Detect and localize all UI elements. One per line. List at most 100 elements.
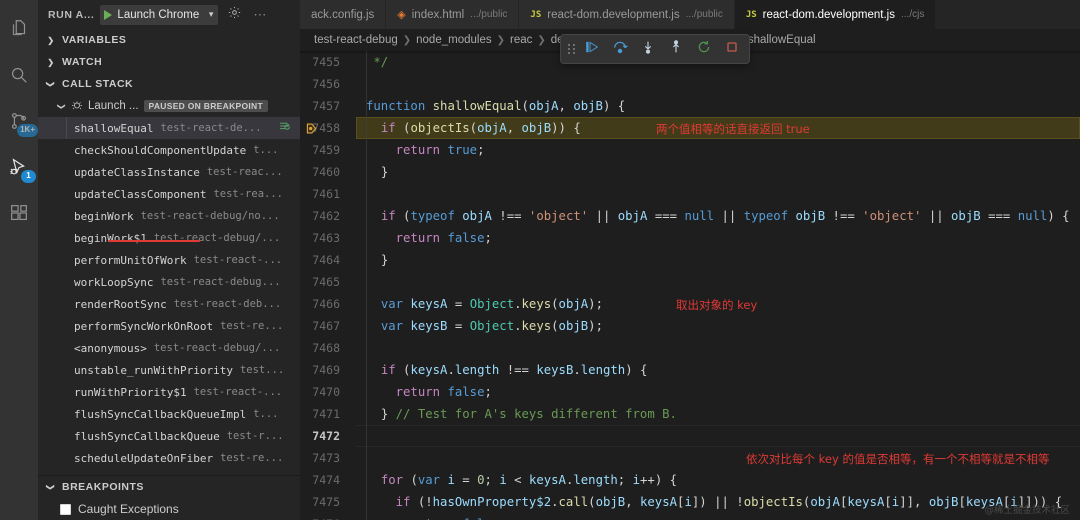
line-number[interactable]: 7476 [300,513,356,520]
step-over-button[interactable] [607,36,633,62]
section-variables[interactable]: VARIABLES [38,29,300,51]
line-number-gutter[interactable]: 7455 7456 7457 7458 7459 7460 7461 7462 7463 7464… [300,51,356,520]
code-line[interactable]: if (!hasOwnProperty$2.call(objB, keysA[i… [356,491,1080,513]
stack-frame-row[interactable]: checkShouldComponentUpdate t... [38,139,300,161]
line-number[interactable]: 7470 [300,381,356,403]
code-line[interactable]: function shallowEqual(objA, objB) { [356,95,1080,117]
stack-frame-row[interactable]: workLoopSync test-react-debug... [38,271,300,293]
line-number[interactable]: 7456 [300,73,356,95]
stack-frame-row[interactable]: shallowEqual test-react-de... [38,117,300,139]
stack-frame-row[interactable]: renderRootSync test-react-deb... [38,293,300,315]
stack-frame-row[interactable]: beginWork$1 test-react-debug/... [38,227,300,249]
code-line[interactable] [356,337,1080,359]
activity-item-search[interactable] [0,52,38,98]
stack-frame-row[interactable]: updateClassInstance test-reac... [38,161,300,183]
line-number[interactable]: 7460 [300,161,356,183]
code-line[interactable] [356,447,1080,469]
stop-button[interactable] [719,36,745,62]
editor-tab-bar[interactable]: ack.config.js ◈ index.html .../public JS reac… [300,0,1080,29]
line-number[interactable]: 7473 [300,447,356,469]
line-number[interactable]: 7475 [300,491,356,513]
code-line[interactable]: } // Test for A's keys different from B. [356,403,1080,425]
activity-item-run-and-debug[interactable]: 1 [0,144,38,190]
code-line[interactable] [356,271,1080,293]
line-number[interactable]: 7455 [300,51,356,73]
code-line[interactable]: return false; [356,227,1080,249]
stack-frame-row[interactable]: flushSyncCallbackQueueImpl t... [38,403,300,425]
breadcrumb-item[interactable]: test-react-debug [314,34,398,46]
drag-handle[interactable] [565,44,577,54]
line-number[interactable]: 7465 [300,271,356,293]
code-line[interactable]: if (keysA.length !== keysB.length) { [356,359,1080,381]
code-line[interactable]: if (typeof objA !== 'object' || objA ===… [356,205,1080,227]
editor-tab-path: .../public [470,9,508,20]
stack-frames[interactable]: shallowEqual test-react-de... checkShouldC… [38,117,300,469]
code-line[interactable] [356,425,1080,447]
code-line[interactable] [356,183,1080,205]
step-into-button[interactable] [635,36,661,62]
line-number[interactable]: 7466 [300,293,356,315]
stack-frame-path: test-react-... [193,386,283,398]
restart-frame-icon[interactable] [278,120,292,136]
play-icon[interactable] [104,9,113,20]
sidebar-more-actions-button[interactable]: ⋯ [250,5,270,25]
line-number[interactable]: 7468 [300,337,356,359]
code-line[interactable]: return false; [356,513,1080,520]
code-line[interactable]: return false; [356,381,1080,403]
line-number[interactable]: 7459 [300,139,356,161]
editor-tab[interactable]: ack.config.js [300,0,387,29]
line-number[interactable]: 7457 [300,95,356,117]
breadcrumb-item[interactable]: node_modules [416,34,491,46]
open-launch-settings-button[interactable] [224,5,244,25]
code-line[interactable]: return true; [356,139,1080,161]
line-number[interactable]: 7474 [300,469,356,491]
line-number[interactable]: 7462 [300,205,356,227]
section-breakpoints[interactable]: BREAKPOINTS [38,476,300,498]
section-call-stack[interactable]: CALL STACK [38,73,300,95]
code-line[interactable]: if (objectIs(objA, objB)) { [356,117,1080,139]
line-number[interactable]: 7461 [300,183,356,205]
debug-toolbar[interactable] [560,34,750,64]
breakpoint-checkbox[interactable] [60,503,71,515]
stack-frame-row[interactable]: runWithPriority$1 test-react-... [38,381,300,403]
section-watch[interactable]: WATCH [38,51,300,73]
debug-session-row[interactable]: Launch ... PAUSED ON BREAKPOINT [38,95,300,117]
breakpoint-item-caught-exceptions[interactable]: Caught Exceptions [38,498,300,520]
line-number[interactable]: 7471 [300,403,356,425]
activity-item-explorer[interactable] [0,6,38,52]
call-stack-list[interactable]: Launch ... PAUSED ON BREAKPOINT shallowE… [38,95,300,475]
code-line[interactable] [356,73,1080,95]
launch-configuration-select[interactable]: Launch Chrome ▾ [100,4,219,25]
stack-frame-row[interactable]: performUnitOfWork test-react-... [38,249,300,271]
stack-frame-row[interactable]: updateClassComponent test-rea... [38,183,300,205]
code-editor[interactable]: 7455 7456 7457 7458 7459 7460 7461 7462 7463 7464… [300,51,1080,520]
line-number[interactable]: 7464 [300,249,356,271]
stack-frame-row[interactable]: flushSyncCallbackQueue test-r... [38,425,300,447]
stack-frame-row[interactable]: <anonymous> test-react-debug/... [38,337,300,359]
editor-tab[interactable]: JS react-dom.development.js .../cjs [734,0,937,29]
stack-frame-row[interactable]: performSyncWorkOnRoot test-re... [38,315,300,337]
stack-frame-row[interactable]: scheduleUpdateOnFiber test-re... [38,447,300,469]
line-number[interactable]: 7472 [300,425,356,447]
restart-button[interactable] [691,36,717,62]
breakpoint-execution-arrow[interactable] [305,122,318,135]
step-out-button[interactable] [663,36,689,62]
code-line[interactable]: } [356,161,1080,183]
line-number[interactable]: 7469 [300,359,356,381]
line-number[interactable]: 7463 [300,227,356,249]
stack-frame-row[interactable]: beginWork test-react-debug/no... [38,205,300,227]
code-line[interactable]: for (var i = 0; i < keysA.length; i++) { [356,469,1080,491]
code-line[interactable]: var keysB = Object.keys(objB); [356,315,1080,337]
code-content[interactable]: */function shallowEqual(objA, objB) { if… [356,51,1080,520]
activity-item-source-control[interactable]: 1K+ [0,98,38,144]
line-number[interactable]: 7467 [300,315,356,337]
stack-frame-row[interactable]: unstable_runWithPriority test... [38,359,300,381]
continue-button[interactable] [579,36,605,62]
code-line[interactable]: } [356,249,1080,271]
code-line[interactable]: var keysA = Object.keys(objA); [356,293,1080,315]
activity-item-extensions[interactable] [0,190,38,236]
breadcrumb-item[interactable]: shallowEqual [748,34,816,46]
editor-tab[interactable]: JS react-dom.development.js .../public [519,0,735,29]
editor-tab[interactable]: ◈ index.html .../public [386,0,520,29]
breadcrumb-item[interactable]: reac [510,34,532,46]
